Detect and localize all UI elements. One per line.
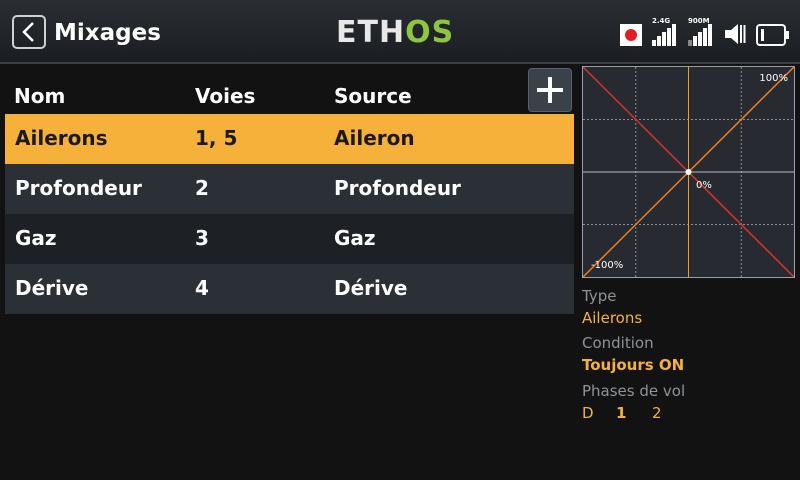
phase-d: D — [582, 404, 594, 422]
graph-label-center: 0% — [696, 180, 712, 191]
battery-icon — [756, 24, 789, 46]
record-icon — [620, 24, 642, 46]
condition-value: Toujours ON — [582, 356, 685, 374]
row-voies: 3 — [195, 226, 209, 250]
row-source: Gaz — [334, 226, 376, 250]
type-label: Type — [582, 287, 617, 305]
row-voies: 4 — [195, 276, 209, 300]
flight-phases-label: Phases de vol — [582, 382, 686, 400]
signal-900m-icon: 900M — [688, 17, 714, 46]
logo-part-os: OS — [405, 15, 455, 50]
row-voies: 2 — [195, 176, 209, 200]
row-source: Dérive — [334, 276, 408, 300]
row-nom: Ailerons — [15, 126, 108, 150]
table-row[interactable]: Profondeur 2 Profondeur — [5, 164, 574, 214]
row-nom: Dérive — [15, 276, 89, 300]
table-header: Nom Voies Source — [0, 84, 575, 114]
table-row[interactable]: Dérive 4 Dérive — [5, 264, 574, 314]
condition-label: Condition — [582, 334, 654, 352]
signal-900m-label: 900M — [688, 17, 710, 25]
curve-center-point — [685, 169, 692, 175]
table-row[interactable]: Ailerons 1, 5 Aileron — [5, 114, 574, 164]
row-voies: 1, 5 — [195, 126, 238, 150]
mix-curve-graph: 100% 0% -100% — [582, 66, 795, 278]
row-source: Profondeur — [334, 176, 461, 200]
add-mix-button[interactable] — [528, 68, 572, 112]
speaker-icon — [725, 24, 746, 44]
status-area: 2.4G 900M — [620, 17, 790, 46]
column-nom: Nom — [14, 84, 66, 108]
signal-2g4-icon: 2.4G — [652, 17, 678, 46]
row-nom: Profondeur — [15, 176, 142, 200]
ethos-logo: ETHOS — [336, 16, 454, 50]
signal-2g4-label: 2.4G — [652, 17, 671, 25]
column-source: Source — [334, 84, 412, 108]
back-button[interactable] — [12, 15, 46, 49]
graph-label-max: 100% — [759, 73, 788, 84]
graph-label-min: -100% — [591, 260, 624, 271]
phase-1: 1 — [616, 404, 627, 422]
plus-icon — [537, 77, 563, 103]
top-bar: Mixages ETHOS 2.4G 900M — [0, 0, 800, 64]
logo-part-eth: ETH — [336, 15, 406, 50]
column-voies: Voies — [195, 84, 256, 108]
type-value: Ailerons — [582, 309, 643, 327]
phase-2: 2 — [652, 404, 662, 422]
row-source: Aileron — [334, 126, 415, 150]
page-title: Mixages — [54, 20, 161, 46]
curve-svg — [583, 67, 794, 277]
row-nom: Gaz — [15, 226, 57, 250]
table-row[interactable]: Gaz 3 Gaz — [5, 214, 574, 264]
chevron-left-icon — [22, 22, 34, 42]
